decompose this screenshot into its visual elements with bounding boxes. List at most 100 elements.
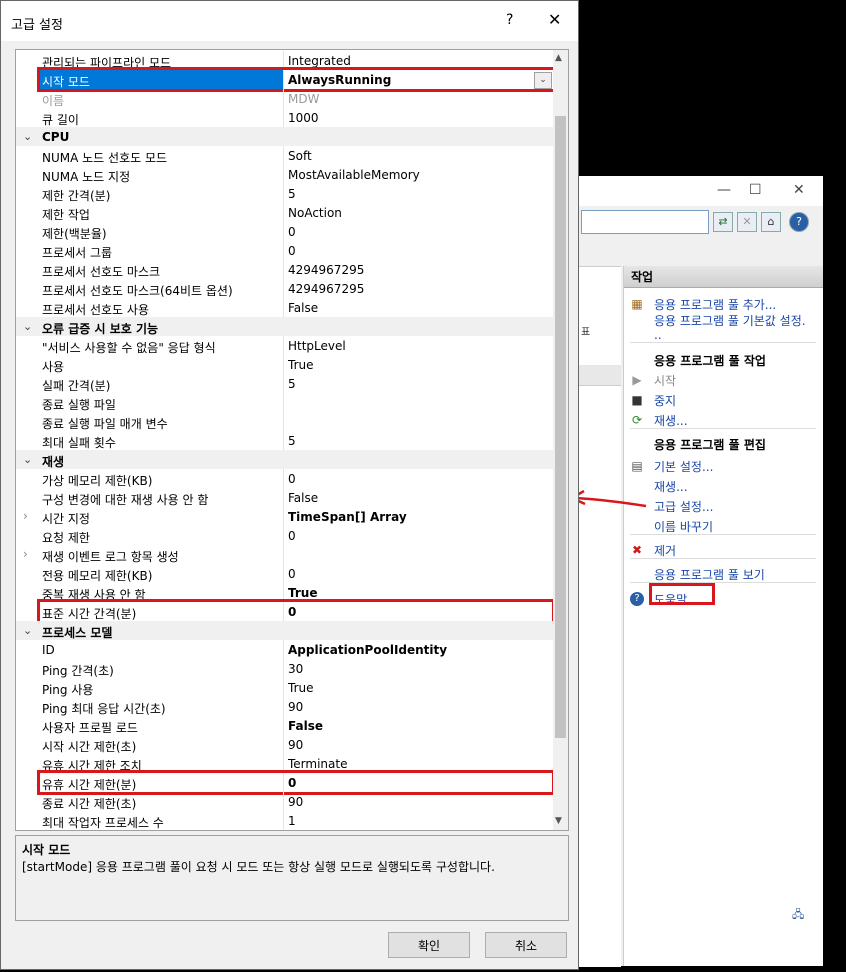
property-value[interactable]: True [288, 358, 314, 372]
property-row[interactable]: 가상 메모리 제한(KB) 0 [16, 469, 553, 488]
property-value[interactable]: 0 [288, 225, 296, 239]
action-link[interactable]: 재생... [654, 478, 688, 495]
property-row[interactable]: 시작 시간 제한(초) 90 [16, 735, 553, 754]
property-value[interactable]: 4294967295 [288, 263, 364, 277]
property-value[interactable]: False [288, 719, 323, 733]
scrollbar-thumb[interactable] [555, 116, 566, 738]
home-icon[interactable]: ⌂ [761, 212, 781, 232]
property-value[interactable]: 5 [288, 187, 296, 201]
property-value[interactable]: 0 [288, 244, 296, 258]
help-menu-icon[interactable]: ? [789, 212, 809, 232]
property-value[interactable]: Soft [288, 149, 312, 163]
property-row[interactable]: 프로세서 선호도 마스크(64비트 옵션) 4294967295 [16, 279, 553, 298]
property-row[interactable]: 실패 간격(분) 5 [16, 374, 553, 393]
property-row[interactable]: Ping 간격(초) 30 [16, 659, 553, 678]
property-row[interactable]: 최대 실패 횟수 5 [16, 431, 553, 450]
property-value[interactable]: HttpLevel [288, 339, 346, 353]
scroll-up-icon[interactable]: ▲ [555, 53, 562, 63]
property-row[interactable]: 프로세서 선호도 사용 False [16, 298, 553, 317]
property-value[interactable]: 0 [288, 529, 296, 543]
minimize-icon[interactable]: — [717, 182, 731, 198]
property-row[interactable]: 종료 시간 제한(초) 90 [16, 792, 553, 811]
property-value[interactable]: 90 [288, 795, 303, 809]
property-row[interactable]: NUMA 노드 지정 MostAvailableMemory [16, 165, 553, 184]
property-value[interactable]: Integrated [288, 54, 351, 68]
property-row[interactable]: 사용 True [16, 355, 553, 374]
scroll-down-icon[interactable]: ▼ [555, 816, 562, 826]
property-row[interactable]: 제한 작업 NoAction [16, 203, 553, 222]
property-row[interactable]: › 재생 이벤트 로그 항목 생성 [16, 545, 553, 564]
property-row[interactable]: 요청 제한 0 [16, 526, 553, 545]
action-link[interactable]: 응용 프로그램 풀 보기 [654, 566, 765, 583]
action-link[interactable]: 시작 [654, 372, 676, 389]
collapse-icon[interactable]: ⌄ [23, 624, 32, 637]
property-row[interactable]: 전용 메모리 제한(KB) 0 [16, 564, 553, 583]
action-link[interactable]: 고급 설정... [654, 498, 713, 515]
property-value[interactable]: 4294967295 [288, 282, 364, 296]
property-value[interactable]: MDW [288, 92, 319, 106]
property-row[interactable]: NUMA 노드 선호도 모드 Soft [16, 146, 553, 165]
action-link[interactable]: 응용 프로그램 풀 추가... [654, 296, 776, 313]
property-value[interactable]: Terminate [288, 757, 347, 771]
property-row[interactable]: "서비스 사용할 수 없음" 응답 형식 HttpLevel [16, 336, 553, 355]
property-row[interactable]: 최대 작업자 프로세스 수 1 [16, 811, 553, 830]
property-row[interactable]: 사용자 프로필 로드 False [16, 716, 553, 735]
collapse-icon[interactable]: ⌄ [23, 320, 32, 333]
category-row[interactable]: ⌄ CPU [16, 127, 553, 146]
action-link[interactable]: 응용 프로그램 풀 기본값 설정. [654, 312, 806, 329]
action-link[interactable]: 기본 설정... [654, 458, 713, 475]
property-value[interactable]: True [288, 681, 314, 695]
property-value[interactable]: ApplicationPoolIdentity [288, 643, 447, 657]
property-row[interactable]: 종료 실행 파일 매개 변수 [16, 412, 553, 431]
property-row[interactable]: 종료 실행 파일 [16, 393, 553, 412]
property-value[interactable]: 5 [288, 434, 296, 448]
stop-nav-icon[interactable]: ✕ [737, 212, 757, 232]
property-value[interactable]: 90 [288, 738, 303, 752]
property-row[interactable]: 제한 간격(분) 5 [16, 184, 553, 203]
property-grid-scrollbar[interactable]: ▲ ▼ [553, 50, 568, 830]
property-value[interactable]: NoAction [288, 206, 342, 220]
action-link[interactable]: 중지 [654, 392, 676, 409]
cancel-button[interactable]: 취소 [485, 932, 567, 958]
property-row[interactable]: 프로세서 선호도 마스크 4294967295 [16, 260, 553, 279]
expand-icon[interactable]: › [23, 547, 28, 561]
property-value[interactable]: False [288, 491, 318, 505]
property-value[interactable]: 30 [288, 662, 303, 676]
action-link[interactable]: 이름 바꾸기 [654, 518, 713, 535]
property-value[interactable]: TimeSpan[] Array [288, 510, 407, 524]
property-value[interactable]: 90 [288, 700, 303, 714]
category-row[interactable]: ⌄ 프로세스 모델 [16, 621, 553, 640]
category-row[interactable]: ⌄ 재생 [16, 450, 553, 469]
close-button[interactable]: ✕ [548, 10, 561, 29]
property-row[interactable]: Ping 최대 응답 시간(초) 90 [16, 697, 553, 716]
close-icon[interactable]: ✕ [793, 182, 805, 198]
action-link[interactable]: .. [654, 328, 662, 342]
maximize-icon[interactable]: ☐ [749, 182, 762, 198]
property-value[interactable]: False [288, 301, 318, 315]
property-row[interactable]: Ping 사용 True [16, 678, 553, 697]
property-value[interactable]: 1000 [288, 111, 319, 125]
refresh-icon[interactable]: ⇄ [713, 212, 733, 232]
ok-button[interactable]: 확인 [388, 932, 470, 958]
category-row[interactable]: ⌄ 오류 급증 시 보호 기능 [16, 317, 553, 336]
collapse-icon[interactable]: ⌄ [23, 453, 32, 466]
property-row[interactable]: 구성 변경에 대한 재생 사용 안 함 False [16, 488, 553, 507]
collapse-icon[interactable]: ⌄ [23, 130, 32, 143]
property-value[interactable]: 1 [288, 814, 296, 828]
address-bar[interactable] [581, 210, 709, 234]
property-value[interactable]: 0 [288, 567, 296, 581]
property-row[interactable]: 제한(백분율) 0 [16, 222, 553, 241]
property-row[interactable]: 프로세서 그룹 0 [16, 241, 553, 260]
property-value[interactable]: True [288, 586, 317, 600]
expand-icon[interactable]: › [23, 509, 28, 523]
action-link[interactable]: 재생... [654, 412, 688, 429]
property-row[interactable]: 큐 길이 1000 [16, 108, 553, 127]
property-value[interactable]: MostAvailableMemory [288, 168, 420, 182]
property-value[interactable]: 0 [288, 472, 296, 486]
help-button[interactable]: ? [506, 12, 513, 28]
property-row[interactable]: ID ApplicationPoolIdentity [16, 640, 553, 659]
property-row[interactable]: › 시간 지정 TimeSpan[] Array [16, 507, 553, 526]
property-row[interactable]: 이름 MDW [16, 89, 553, 108]
property-value[interactable]: 5 [288, 377, 296, 391]
action-link[interactable]: 제거 [654, 542, 676, 559]
